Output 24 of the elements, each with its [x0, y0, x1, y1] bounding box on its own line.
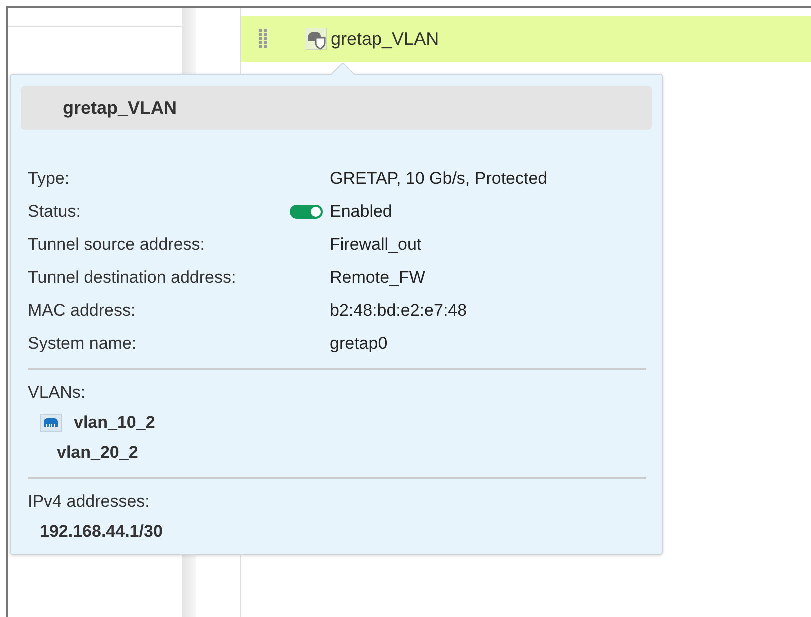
property-label: MAC address: — [28, 301, 136, 321]
section-label: IPv4 addresses: — [28, 492, 150, 512]
vlan-name: vlan_10_2 — [74, 413, 156, 433]
property-value: GRETAP, 10 Gb/s, Protected — [330, 169, 548, 189]
property-value: Firewall_out — [330, 235, 422, 255]
interface-row[interactable]: gretap_VLAN — [241, 16, 811, 62]
property-label: Tunnel destination address: — [28, 268, 236, 288]
property-label: Type: — [28, 169, 70, 189]
property-value: b2:48:bd:e2:e7:48 — [330, 301, 468, 321]
property-value: Enabled — [330, 202, 392, 222]
ip-address: 192.168.44.1/30 — [39, 522, 164, 542]
vlan-name: vlan_20_2 — [57, 443, 138, 463]
network-shield-icon — [305, 28, 327, 50]
property-value: gretap0 — [330, 334, 388, 354]
section-label: VLANs: — [28, 383, 86, 403]
property-label: Status: — [28, 202, 81, 222]
tooltip-title: gretap_VLAN — [63, 98, 178, 118]
property-label: System name: — [28, 334, 137, 354]
drag-handle-icon[interactable] — [259, 29, 267, 49]
network-port-icon — [40, 414, 62, 432]
status-toggle[interactable] — [290, 205, 323, 219]
property-value: Remote_FW — [330, 268, 426, 288]
interface-name: gretap_VLAN — [331, 28, 440, 50]
property-label: Tunnel source address: — [28, 235, 206, 255]
